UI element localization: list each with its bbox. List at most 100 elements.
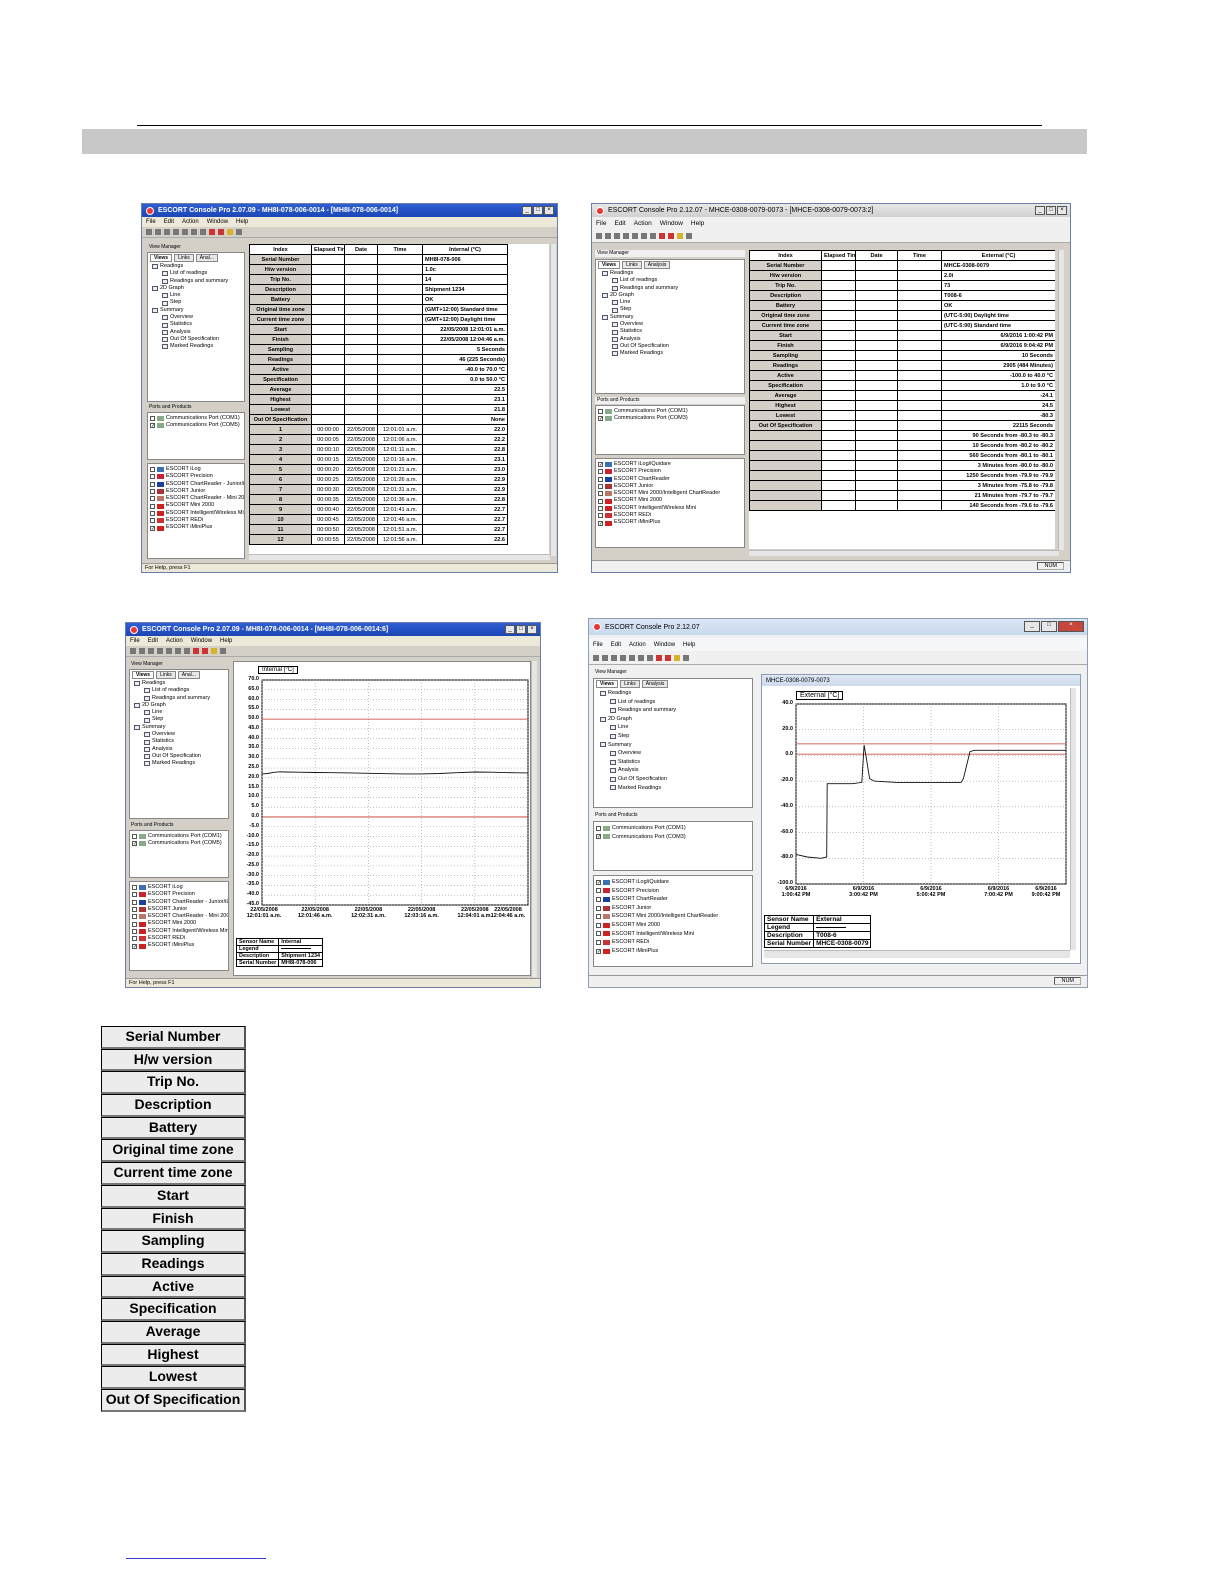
zoom-icon[interactable]: [200, 229, 206, 235]
tree-item[interactable]: Readings: [602, 270, 744, 277]
tab-1[interactable]: Links: [174, 254, 194, 262]
column-header[interactable]: External (°C): [941, 250, 1055, 261]
port-checkbox[interactable]: [132, 834, 137, 840]
maximize-button[interactable]: □: [1046, 206, 1056, 215]
horizontal-scrollbar[interactable]: [764, 950, 1070, 958]
tree-item[interactable]: Analysis: [600, 766, 752, 775]
new-icon[interactable]: [146, 229, 152, 235]
open-icon[interactable]: [605, 233, 611, 239]
menu-help[interactable]: Help: [683, 642, 695, 648]
open-icon[interactable]: [139, 648, 145, 654]
menu-action[interactable]: Action: [166, 638, 183, 644]
product-checkbox[interactable]: ✓: [598, 520, 603, 526]
minimize-button[interactable]: _: [1024, 621, 1040, 632]
product-item[interactable]: ESCORT ChartReader: [598, 476, 742, 483]
column-header[interactable]: Time: [377, 244, 423, 255]
refresh-icon[interactable]: [166, 648, 172, 654]
tree-item[interactable]: Step: [152, 299, 244, 306]
product-item[interactable]: ✓ ESCORT iLog/iQuidare: [598, 461, 742, 468]
product-item[interactable]: ESCORT Junior: [132, 906, 226, 913]
minimize-button[interactable]: _: [505, 625, 515, 634]
table-row[interactable]: 7 00:00:30 22/05/2008 12:01:31 a.m. 22.9: [249, 484, 508, 495]
menu-file[interactable]: File: [146, 219, 156, 225]
save-icon[interactable]: [611, 654, 617, 661]
menu-help[interactable]: Help: [691, 220, 704, 227]
save-icon[interactable]: [614, 233, 620, 239]
tree-item[interactable]: Out Of Specification: [134, 753, 228, 760]
tree-item[interactable]: Readings and summary: [602, 285, 744, 292]
print-icon[interactable]: [620, 654, 626, 661]
help-icon[interactable]: [220, 648, 226, 654]
tree-item[interactable]: Line: [600, 723, 752, 732]
help-icon[interactable]: [236, 229, 242, 235]
port-checkbox[interactable]: [150, 416, 155, 422]
product-checkbox[interactable]: [150, 518, 155, 524]
product-checkbox[interactable]: ✓: [598, 462, 603, 468]
new-icon[interactable]: [130, 648, 136, 654]
maximize-button[interactable]: □: [516, 625, 526, 634]
out-of-spec-row[interactable]: 90 Seconds from -80.3 to -80.3: [749, 430, 1055, 441]
port-checkbox[interactable]: [596, 825, 601, 831]
product-checkbox[interactable]: [596, 905, 601, 911]
horizontal-scrollbar[interactable]: [249, 554, 550, 560]
product-checkbox[interactable]: [132, 921, 137, 927]
product-checkbox[interactable]: ✓: [596, 879, 601, 885]
product-item[interactable]: ✓ ESCORT iMiniPlus: [598, 519, 742, 526]
tree-item[interactable]: Statistics: [600, 758, 752, 767]
product-checkbox[interactable]: [598, 476, 603, 482]
tree-item[interactable]: Analysis: [602, 336, 744, 343]
tree-item[interactable]: Readings and summary: [134, 695, 228, 702]
menu-edit[interactable]: Edit: [164, 219, 174, 225]
vertical-scrollbar[interactable]: [1070, 688, 1076, 950]
table-row[interactable]: 4 00:00:15 22/05/2008 12:01:16 a.m. 23.1: [249, 454, 508, 465]
out-of-spec-row[interactable]: 140 Seconds from -79.6 to -79.6: [749, 500, 1055, 511]
table-row[interactable]: 12 00:00:55 22/05/2008 12:01:56 a.m. 22.6: [249, 534, 508, 545]
product-item[interactable]: ✓ ESCORT iMiniPlus: [596, 947, 750, 956]
menu-window[interactable]: Window: [191, 638, 212, 644]
menu-action[interactable]: Action: [629, 642, 646, 648]
minimize-button[interactable]: _: [522, 206, 532, 215]
tree-item[interactable]: Readings and summary: [600, 706, 752, 715]
product-item[interactable]: ESCORT Intelligent/Wireless Mini: [596, 930, 750, 939]
tree-item[interactable]: Statistics: [152, 321, 244, 328]
product-checkbox[interactable]: [132, 914, 137, 920]
product-item[interactable]: ESCORT Precision: [596, 887, 750, 896]
open-icon[interactable]: [602, 654, 608, 661]
product-checkbox[interactable]: [150, 474, 155, 480]
product-item[interactable]: ESCORT ChartReader - Junior/iLog: [150, 481, 244, 488]
product-item[interactable]: ESCORT Precision: [598, 468, 742, 475]
product-checkbox[interactable]: [150, 510, 155, 516]
product-item[interactable]: ESCORT Precision: [150, 473, 242, 480]
tree-item[interactable]: Analysis: [134, 746, 228, 753]
menu-action[interactable]: Action: [182, 219, 199, 225]
product-checkbox[interactable]: [596, 922, 601, 928]
folder-icon[interactable]: [227, 229, 233, 235]
tab-2[interactable]: Anal...: [177, 671, 200, 679]
out-of-spec-row[interactable]: 21 Minutes from -79.7 to -79.7: [749, 490, 1055, 501]
menu-file[interactable]: File: [130, 638, 140, 644]
menu-help[interactable]: Help: [236, 219, 248, 225]
column-header[interactable]: Elapsed Time: [311, 244, 345, 255]
tree-item[interactable]: Line: [152, 292, 244, 299]
table-row[interactable]: 8 00:00:35 22/05/2008 12:01:36 a.m. 22.8: [249, 494, 508, 505]
tree-item[interactable]: 2D Graph: [600, 715, 752, 724]
product-checkbox[interactable]: [596, 888, 601, 894]
table-row[interactable]: 2 00:00:05 22/05/2008 12:01:06 a.m. 22.2: [249, 434, 508, 445]
tab-1[interactable]: Links: [156, 671, 176, 679]
product-checkbox[interactable]: [596, 931, 601, 937]
tree-item[interactable]: List of readings: [600, 698, 752, 707]
table-row[interactable]: 6 00:00:25 22/05/2008 12:01:26 a.m. 22.9: [249, 474, 508, 485]
product-item[interactable]: ESCORT Junior: [596, 904, 750, 913]
download-icon[interactable]: [668, 233, 674, 239]
menu-edit[interactable]: Edit: [148, 638, 158, 644]
horizontal-scrollbar[interactable]: [749, 550, 1059, 556]
refresh-icon[interactable]: [629, 654, 635, 661]
port-item[interactable]: ✓ Communications Port (COM3): [598, 415, 742, 422]
zoom-icon[interactable]: [650, 233, 656, 239]
product-item[interactable]: ESCORT ChartReader - Mini 2000/I: [132, 913, 228, 920]
menu-file[interactable]: File: [596, 220, 606, 227]
product-item[interactable]: ✓ ESCORT iLog/iQuidare: [596, 878, 750, 887]
port-checkbox[interactable]: ✓: [132, 841, 137, 847]
product-item[interactable]: ESCORT REDi: [596, 938, 750, 947]
product-item[interactable]: ESCORT Intelligent/Wireless Mini: [598, 505, 742, 512]
